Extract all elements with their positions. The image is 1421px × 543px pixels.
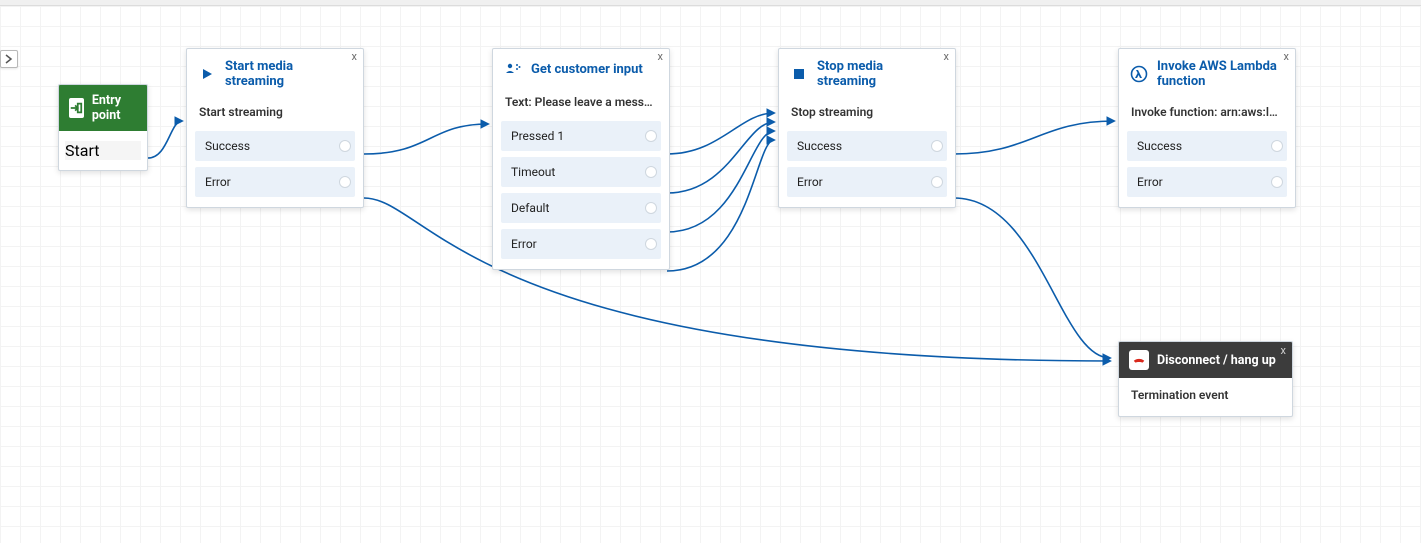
chevron-right-icon	[5, 54, 13, 64]
entry-point-node[interactable]: Entry point Start	[58, 84, 148, 171]
port-out[interactable]	[931, 140, 943, 152]
branch-error[interactable]: Error	[787, 167, 947, 197]
branch-label: Error	[205, 175, 231, 189]
branch-label: Error	[511, 237, 537, 251]
branch-success[interactable]: Success	[195, 131, 355, 161]
node-title: Invoke AWS Lambda function	[1157, 59, 1279, 89]
invoke-lambda-node[interactable]: x Invoke AWS Lambda function Invoke func…	[1118, 48, 1296, 208]
node-header: Invoke AWS Lambda function	[1119, 49, 1295, 99]
close-icon[interactable]: x	[1281, 344, 1286, 357]
port-out[interactable]	[645, 238, 657, 250]
port-out[interactable]	[1271, 176, 1283, 188]
stop-icon	[789, 64, 809, 84]
hang-up-icon	[1129, 350, 1149, 370]
branch-error[interactable]: Error	[1127, 167, 1287, 197]
start-media-streaming-node[interactable]: x Start media streaming Start streaming …	[186, 48, 364, 208]
port-out[interactable]	[1271, 140, 1283, 152]
close-icon[interactable]: x	[944, 51, 949, 62]
port-out[interactable]	[931, 176, 943, 188]
node-header: Disconnect / hang up	[1119, 342, 1292, 378]
port-out[interactable]	[645, 130, 657, 142]
branch-label: Pressed 1	[511, 129, 564, 143]
port-out[interactable]	[645, 202, 657, 214]
branch-success[interactable]: Success	[787, 131, 947, 161]
branch-label: Start	[65, 141, 99, 160]
node-title: Disconnect / hang up	[1157, 353, 1276, 368]
port-out[interactable]	[645, 166, 657, 178]
branch-label: Error	[1137, 175, 1163, 189]
node-title: Stop media streaming	[817, 59, 939, 89]
branch-pressed-1[interactable]: Pressed 1	[501, 121, 661, 151]
branch-label: Success	[797, 139, 842, 153]
close-icon[interactable]: x	[1284, 51, 1289, 62]
play-icon	[197, 64, 217, 84]
entry-point-title: Entry point	[92, 93, 137, 123]
arrow-in-icon	[69, 98, 84, 118]
branch-label: Timeout	[511, 165, 555, 179]
node-subheader: Invoke function: arn:aws:la...	[1119, 99, 1295, 127]
branch-timeout[interactable]: Timeout	[501, 157, 661, 187]
branch-error[interactable]: Error	[195, 167, 355, 197]
expand-panel-button[interactable]	[0, 50, 18, 68]
node-subheader: Stop streaming	[779, 99, 955, 127]
customer-input-icon	[503, 59, 523, 79]
close-icon[interactable]: x	[658, 51, 663, 62]
branch-error[interactable]: Error	[501, 229, 661, 259]
node-title: Get customer input	[531, 62, 643, 77]
stop-media-streaming-node[interactable]: x Stop media streaming Stop streaming Su…	[778, 48, 956, 208]
entry-branch-start[interactable]: Start	[65, 141, 141, 160]
node-header: Stop media streaming	[779, 49, 955, 99]
branch-label: Success	[205, 139, 250, 153]
entry-point-header: Entry point	[59, 85, 147, 131]
branch-default[interactable]: Default	[501, 193, 661, 223]
get-customer-input-node[interactable]: x Get customer input Text: Please leave …	[492, 48, 670, 270]
disconnect-node[interactable]: x Disconnect / hang up Termination event	[1118, 341, 1293, 417]
node-header: Get customer input	[493, 49, 669, 89]
port-out[interactable]	[339, 140, 351, 152]
flow-canvas[interactable]: Entry point Start x Start media streamin…	[0, 6, 1421, 543]
branch-label: Success	[1137, 139, 1182, 153]
node-subheader: Text: Please leave a messag...	[493, 89, 669, 117]
branch-success[interactable]: Success	[1127, 131, 1287, 161]
branch-label: Error	[797, 175, 823, 189]
node-body: Termination event	[1119, 378, 1292, 416]
node-title: Start media streaming	[225, 59, 347, 89]
close-icon[interactable]: x	[352, 51, 357, 62]
port-out[interactable]	[339, 176, 351, 188]
lambda-icon	[1129, 64, 1149, 84]
node-header: Start media streaming	[187, 49, 363, 99]
node-subheader: Start streaming	[187, 99, 363, 127]
branch-label: Default	[511, 201, 549, 215]
